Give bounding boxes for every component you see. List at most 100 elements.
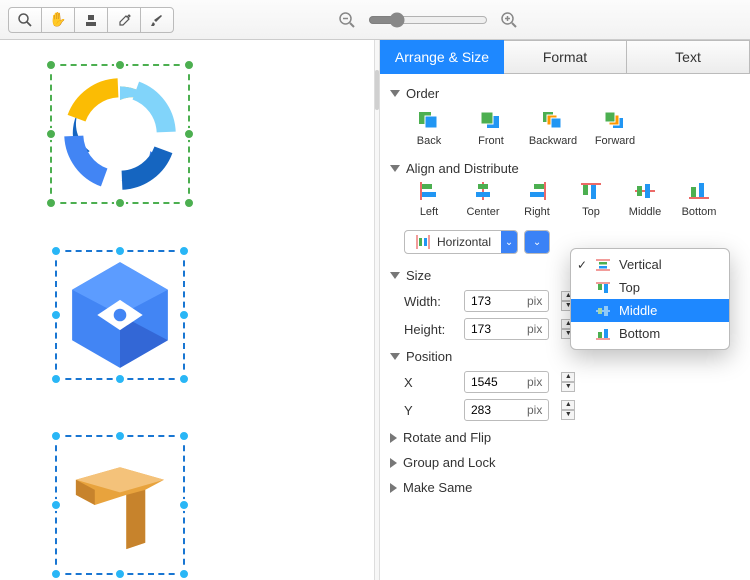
section-align-label: Align and Distribute <box>406 161 519 176</box>
send-backward-icon <box>540 109 566 131</box>
stamp-icon <box>84 13 98 27</box>
tab-format[interactable]: Format <box>504 40 627 74</box>
section-rotate-label: Rotate and Flip <box>403 430 491 445</box>
canvas[interactable] <box>0 40 374 580</box>
distribute-vertical-icon <box>595 258 611 272</box>
x-stepper[interactable]: ▲▼ <box>561 372 575 392</box>
y-input[interactable] <box>465 403 527 417</box>
selected-object-3[interactable] <box>55 435 185 575</box>
distribute-vertical-dropdown: Vertical Top Middle Bottom <box>570 248 730 350</box>
zoom-out-icon <box>338 11 356 29</box>
section-makesame[interactable]: Make Same <box>390 474 740 499</box>
tab-text[interactable]: Text <box>627 40 750 74</box>
align-left-button[interactable]: Left <box>404 180 454 218</box>
distribute-vertical-select[interactable]: ⌄ <box>524 230 550 254</box>
align-middle-button[interactable]: Middle <box>620 180 670 218</box>
distribute-middle-icon <box>595 304 611 318</box>
y-stepper[interactable]: ▲▼ <box>561 400 575 420</box>
height-label: Height: <box>404 322 456 337</box>
zoom-out-button[interactable] <box>334 7 360 33</box>
section-rotate[interactable]: Rotate and Flip <box>390 424 740 449</box>
order-back-button[interactable]: Back <box>404 109 454 147</box>
section-makesame-label: Make Same <box>403 480 472 495</box>
align-center-icon <box>470 180 496 202</box>
disclosure-triangle-icon <box>390 90 400 97</box>
send-to-back-icon <box>416 109 442 131</box>
brush-tool-button[interactable] <box>140 7 174 33</box>
section-align[interactable]: Align and Distribute <box>390 155 740 180</box>
width-label: Width: <box>404 294 456 309</box>
align-right-button[interactable]: Right <box>512 180 562 218</box>
divider-handle-icon <box>375 70 379 110</box>
inspector-tabs: Arrange & Size Format Text <box>380 40 750 74</box>
y-field[interactable]: pix <box>464 399 549 421</box>
disclosure-triangle-icon <box>390 458 397 468</box>
x-input[interactable] <box>465 375 527 389</box>
hand-icon: ✋ <box>49 11 66 28</box>
zoom-in-button[interactable] <box>496 7 522 33</box>
section-group[interactable]: Group and Lock <box>390 449 740 474</box>
disclosure-triangle-icon <box>390 272 400 279</box>
chevron-updown-icon: ⌄ <box>525 231 549 253</box>
zoom-slider[interactable] <box>368 12 488 28</box>
dropdown-item-middle[interactable]: Middle <box>571 299 729 322</box>
distribute-horizontal-select[interactable]: Horizontal ⌄ <box>404 230 518 254</box>
chevron-updown-icon: ⌄ <box>501 231 517 253</box>
section-position-label: Position <box>406 349 452 364</box>
order-buttons: Back Front Backward Forward <box>390 105 740 155</box>
magnifier-icon <box>17 12 33 28</box>
width-field[interactable]: pix <box>464 290 549 312</box>
align-middle-icon <box>632 180 658 202</box>
top-toolbar: ✋ <box>0 0 750 40</box>
selected-object-2[interactable] <box>55 250 185 380</box>
section-order[interactable]: Order <box>390 80 740 105</box>
distribute-bottom-icon <box>595 327 611 341</box>
dropdown-item-bottom[interactable]: Bottom <box>571 322 729 345</box>
order-forward-button[interactable]: Forward <box>590 109 640 147</box>
step-down-icon[interactable]: ▼ <box>561 382 575 392</box>
zoom-tool-button[interactable] <box>8 7 42 33</box>
step-up-icon[interactable]: ▲ <box>561 400 575 410</box>
distribute-top-icon <box>595 281 611 295</box>
dropdown-item-top[interactable]: Top <box>571 276 729 299</box>
eyedropper-icon <box>117 13 131 27</box>
disclosure-triangle-icon <box>390 483 397 493</box>
align-top-icon <box>578 180 604 202</box>
tab-arrange-size[interactable]: Arrange & Size <box>380 40 504 74</box>
order-front-button[interactable]: Front <box>466 109 516 147</box>
y-label: Y <box>404 403 456 418</box>
section-size-label: Size <box>406 268 431 283</box>
width-input[interactable] <box>465 294 527 308</box>
align-bottom-button[interactable]: Bottom <box>674 180 724 218</box>
height-input[interactable] <box>465 322 527 336</box>
bring-forward-icon <box>602 109 628 131</box>
inspector-panel: Arrange & Size Format Text Order Back Fr… <box>380 40 750 580</box>
hand-tool-button[interactable]: ✋ <box>41 7 75 33</box>
align-right-icon <box>524 180 550 202</box>
selected-object-1[interactable] <box>50 64 190 204</box>
zoom-in-icon <box>500 11 518 29</box>
brush-icon <box>150 13 164 27</box>
x-label: X <box>404 375 456 390</box>
height-field[interactable]: pix <box>464 318 549 340</box>
stamp-tool-button[interactable] <box>74 7 108 33</box>
section-group-label: Group and Lock <box>403 455 496 470</box>
align-top-button[interactable]: Top <box>566 180 616 218</box>
align-bottom-icon <box>686 180 712 202</box>
step-up-icon[interactable]: ▲ <box>561 372 575 382</box>
bring-to-front-icon <box>478 109 504 131</box>
align-center-button[interactable]: Center <box>458 180 508 218</box>
distribute-horizontal-icon <box>415 235 431 249</box>
tool-group-main: ✋ <box>8 7 174 33</box>
disclosure-triangle-icon <box>390 433 397 443</box>
dropdown-item-vertical[interactable]: Vertical <box>571 253 729 276</box>
zoom-controls <box>334 7 522 33</box>
eyedropper-tool-button[interactable] <box>107 7 141 33</box>
step-down-icon[interactable]: ▼ <box>561 410 575 420</box>
x-field[interactable]: pix <box>464 371 549 393</box>
align-left-icon <box>416 180 442 202</box>
align-buttons: Left Center Right Top Middle Bottom <box>390 180 740 226</box>
order-backward-button[interactable]: Backward <box>528 109 578 147</box>
section-order-label: Order <box>406 86 439 101</box>
disclosure-triangle-icon <box>390 165 400 172</box>
